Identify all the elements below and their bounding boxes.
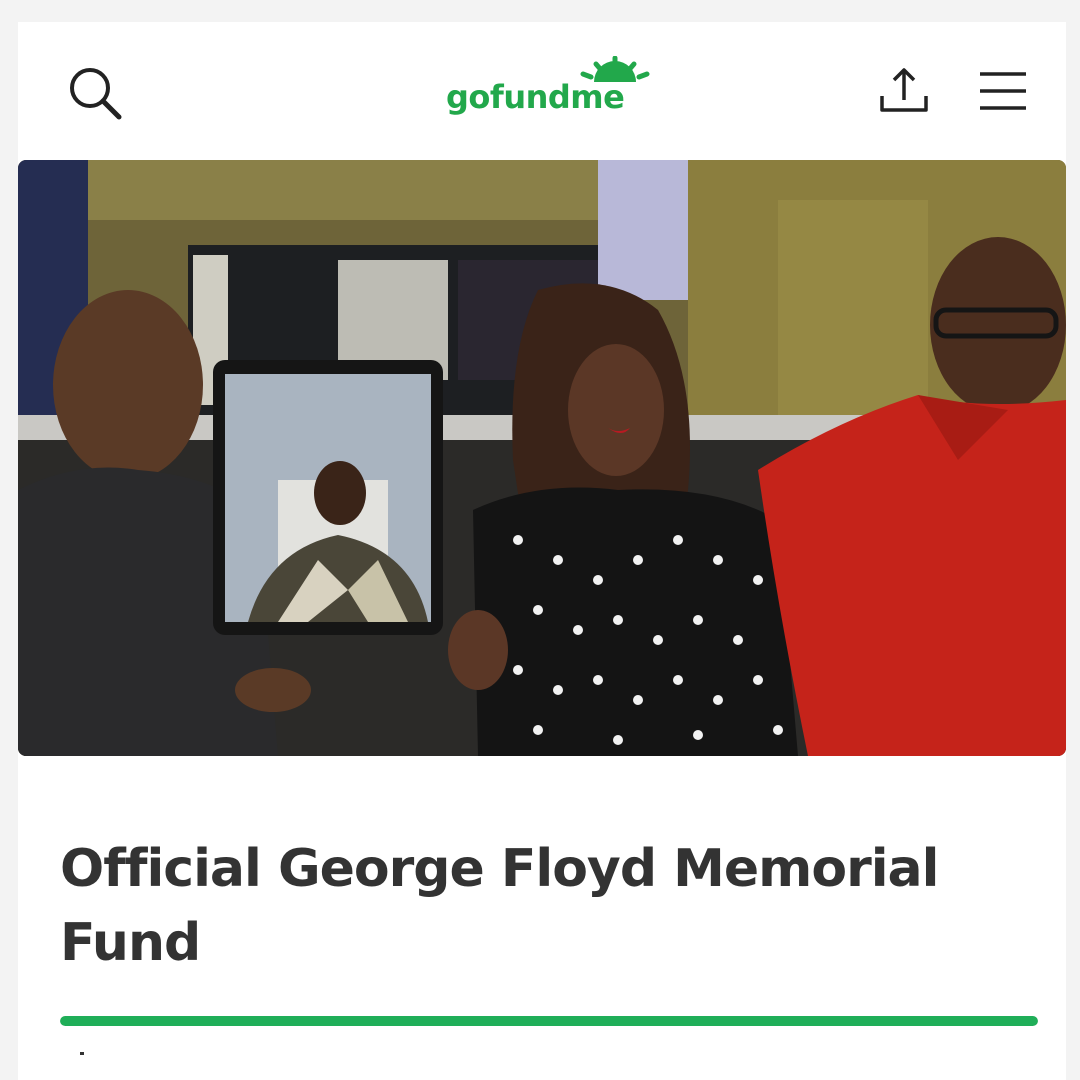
campaign-photo xyxy=(18,160,1066,756)
logo-text: gofundme xyxy=(446,78,625,116)
top-navigation-bar: gofundme xyxy=(18,22,1066,160)
phone-screen: gofundme Official George Floyd Memorial … xyxy=(18,22,1066,1080)
gofundme-logo[interactable]: gofundme xyxy=(446,56,656,126)
truncated-text-mark xyxy=(80,1052,84,1055)
hamburger-menu-icon[interactable] xyxy=(978,68,1028,114)
funding-progress-fill xyxy=(60,1016,1038,1026)
share-icon[interactable] xyxy=(874,62,934,122)
search-icon[interactable] xyxy=(64,62,124,122)
funding-progress-bar xyxy=(60,1016,1038,1026)
campaign-title: Official George Floyd Memorial Fund xyxy=(60,839,939,973)
